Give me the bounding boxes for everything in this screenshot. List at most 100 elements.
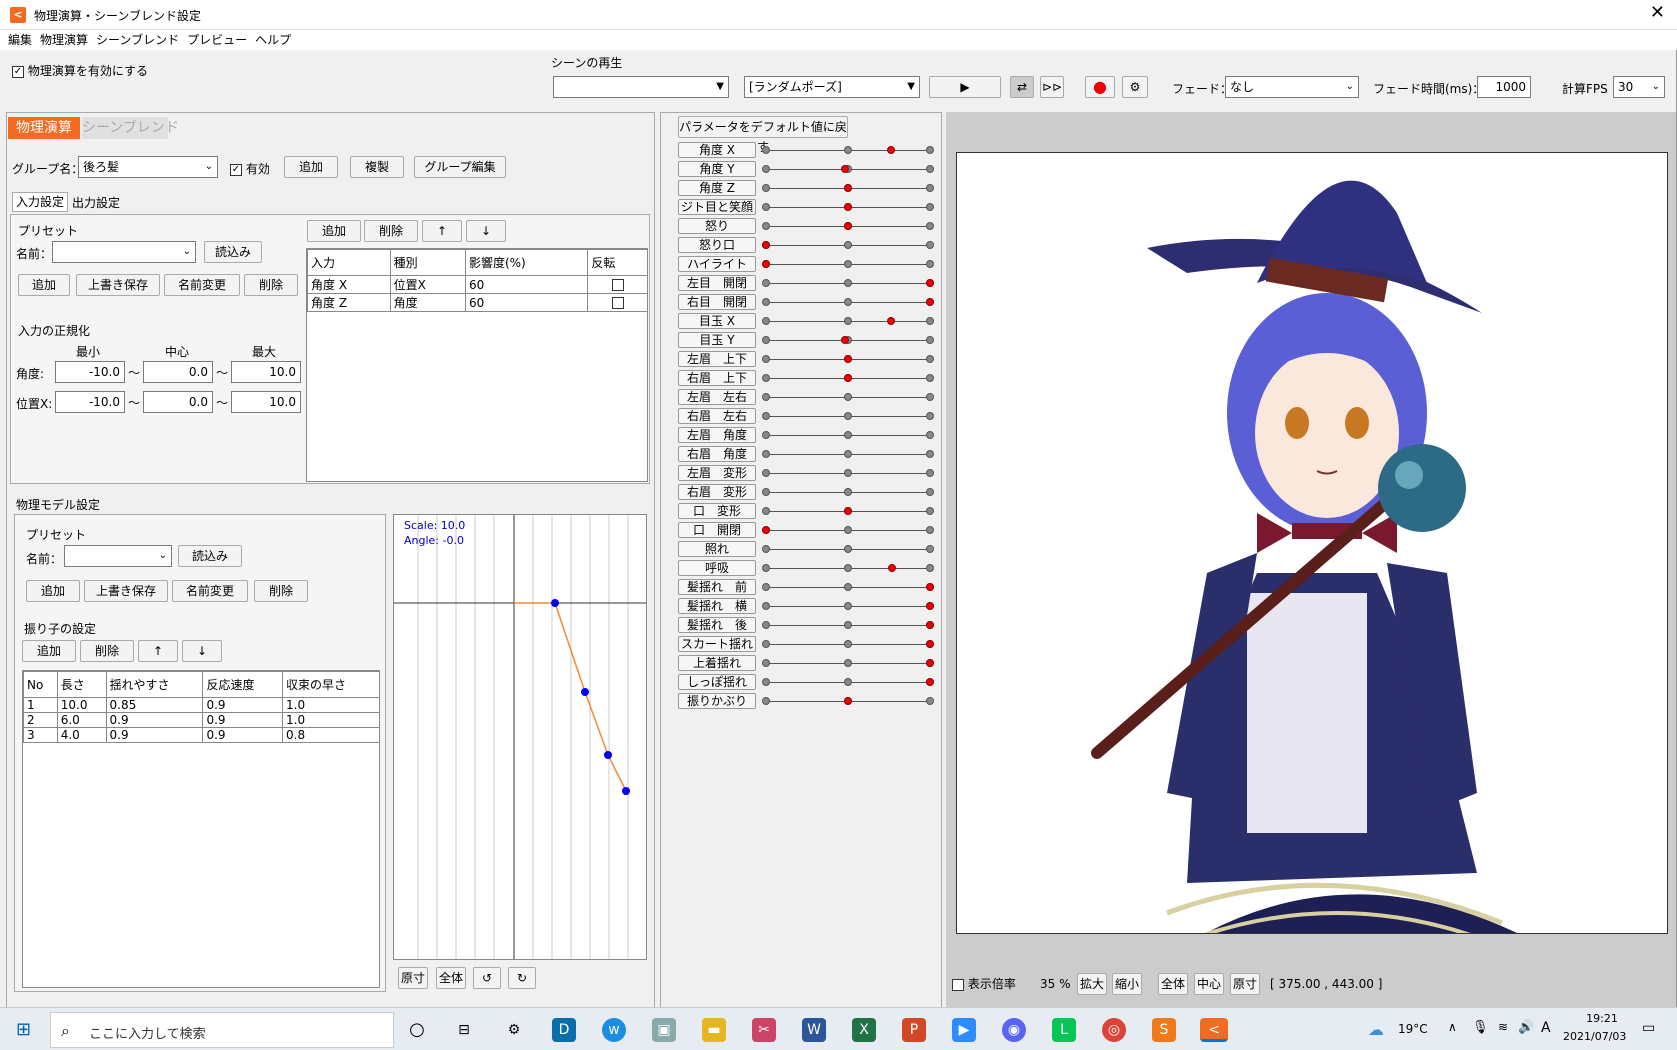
graph-fit-button[interactable]: 全体 [436, 967, 466, 989]
param-label[interactable]: 角度 X [678, 142, 756, 158]
rotate-right-icon[interactable]: ↻ [508, 967, 536, 989]
param-label[interactable]: 怒り [678, 218, 756, 234]
param-label[interactable]: 目玉 Y [678, 332, 756, 348]
preset-load-button[interactable]: 読込み [204, 241, 262, 263]
subtab-output[interactable]: 出力設定 [72, 194, 120, 212]
cell[interactable]: 0.9 [202, 712, 284, 728]
param-label[interactable]: 左眉 上下 [678, 351, 756, 367]
close-icon[interactable]: ✕ [1650, 2, 1665, 23]
param-label[interactable]: スカート揺れ [678, 636, 756, 652]
pendulum-graph[interactable]: Scale: 10.0 Angle: -0.0 [393, 514, 647, 960]
slider-handle[interactable] [844, 184, 852, 192]
live2d-editor-icon[interactable]: S [1152, 1018, 1176, 1042]
reset-params-button[interactable]: パラメータをデフォルト値に戻す [678, 116, 848, 154]
param-label[interactable]: 口 開閉 [678, 522, 756, 538]
invert-checkbox[interactable] [611, 279, 624, 291]
param-label[interactable]: 角度 Z [678, 180, 756, 196]
param-label[interactable]: 右目 開閉 [678, 294, 756, 310]
param-label[interactable]: 右眉 上下 [678, 370, 756, 386]
param-label[interactable]: 右眉 左右 [678, 408, 756, 424]
slider-handle[interactable] [762, 260, 770, 268]
subtab-input[interactable]: 入力設定 [12, 192, 68, 212]
param-label[interactable]: 上着揺れ [678, 655, 756, 671]
powerpoint-icon[interactable]: P [902, 1018, 926, 1042]
zoom-out-button[interactable]: 縮小 [1112, 973, 1142, 995]
param-label[interactable]: 口 変形 [678, 503, 756, 519]
param-label[interactable]: 左眉 角度 [678, 427, 756, 443]
chevron-up-icon[interactable]: ∧ [1448, 1020, 1457, 1034]
record-button[interactable]: ● [1085, 76, 1115, 98]
loop-button[interactable]: ⇄ [1010, 76, 1034, 98]
param-label[interactable]: 振りかぶり [678, 693, 756, 709]
table-row[interactable]: 3 4.0 0.9 0.9 0.8 [23, 727, 380, 743]
menu-preview[interactable]: プレビュー [187, 30, 247, 50]
slider-handle[interactable] [762, 526, 770, 534]
tab-scene-blend[interactable]: シーンブレンド [82, 117, 179, 139]
cell[interactable]: 0.9 [105, 712, 204, 728]
dell-icon[interactable]: D [552, 1018, 576, 1042]
cell[interactable]: 1.0 [282, 697, 380, 713]
original-size-button[interactable]: 原寸 [1230, 973, 1260, 995]
param-label[interactable]: 髪揺れ 後 [678, 617, 756, 633]
tab-physics[interactable]: 物理演算 [8, 117, 80, 139]
cell[interactable]: 4.0 [56, 727, 107, 743]
angle-min-input[interactable]: -10.0 [55, 361, 125, 383]
preset-add-button[interactable]: 追加 [18, 274, 70, 296]
play-button[interactable]: ▶ [929, 76, 1001, 98]
line-icon[interactable]: L [1052, 1018, 1076, 1042]
posx-min-input[interactable]: -10.0 [55, 391, 125, 413]
fps-select[interactable]: 30 ⌄ [1613, 76, 1665, 98]
slider-handle[interactable] [926, 659, 934, 667]
graph-original-button[interactable]: 原寸 [398, 967, 428, 989]
preset-rename-button[interactable]: 名前変更 [164, 274, 240, 296]
center-button[interactable]: 中心 [1194, 973, 1224, 995]
posx-center-input[interactable]: 0.0 [143, 391, 213, 413]
cell[interactable]: 6.0 [56, 712, 107, 728]
row-type[interactable]: 角度 [389, 293, 466, 312]
param-label[interactable]: 目玉 X [678, 313, 756, 329]
slider-handle[interactable] [844, 697, 852, 705]
preset-name-select[interactable]: ⌄ [52, 241, 196, 263]
wifi-icon[interactable]: ≋ [1498, 1020, 1508, 1034]
scene-group-select[interactable]: ▼ [553, 76, 729, 98]
input-down-button[interactable]: ↓ [466, 220, 506, 242]
row-influence[interactable]: 60 [464, 275, 589, 294]
notification-icon[interactable]: ▭ [1642, 1020, 1655, 1036]
row-type[interactable]: 位置X [389, 275, 466, 294]
slider-handle[interactable] [926, 621, 934, 629]
settings-button[interactable]: ⚙ [1122, 76, 1148, 98]
menu-physics[interactable]: 物理演算 [40, 30, 88, 50]
excel-icon[interactable]: X [852, 1018, 876, 1042]
param-label[interactable]: 怒り口 [678, 237, 756, 253]
word-icon[interactable]: W [802, 1018, 826, 1042]
menu-edit[interactable]: 編集 [8, 30, 32, 50]
slider-handle[interactable] [844, 222, 852, 230]
slider-handle[interactable] [840, 336, 849, 344]
fade-select[interactable]: なし ⌄ [1225, 76, 1359, 98]
zoom-toggle[interactable]: 表示倍率 [952, 975, 1016, 992]
param-label[interactable]: 左眉 変形 [678, 465, 756, 481]
input-up-button[interactable]: ↑ [422, 220, 462, 242]
cell[interactable]: 0.8 [282, 727, 380, 743]
slider-handle[interactable] [840, 165, 849, 173]
param-label[interactable]: 照れ [678, 541, 756, 557]
preset-delete-button[interactable]: 削除 [244, 274, 298, 296]
slider-handle[interactable] [926, 583, 934, 591]
row-input[interactable]: 角度 X [307, 275, 391, 294]
rotate-left-icon[interactable]: ↺ [473, 967, 501, 989]
cell[interactable]: 0.9 [105, 727, 204, 743]
group-enabled-checkbox[interactable]: ✓ 有効 [230, 160, 270, 177]
chrome-icon[interactable]: ◎ [1102, 1018, 1126, 1042]
group-edit-button[interactable]: グループ編集 [414, 156, 506, 178]
table-row[interactable]: 角度 X 位置X 60 [307, 275, 648, 294]
posx-max-input[interactable]: 10.0 [231, 391, 301, 413]
cell[interactable]: 0.85 [105, 697, 204, 713]
slider-handle[interactable] [844, 203, 852, 211]
table-row[interactable]: 2 6.0 0.9 0.9 1.0 [23, 712, 380, 728]
slider-handle[interactable] [926, 602, 934, 610]
slider-handle[interactable] [886, 146, 895, 154]
fit-all-button[interactable]: 全体 [1158, 973, 1188, 995]
group-name-select[interactable]: 後ろ髪 ⌄ [78, 156, 218, 178]
slider-handle[interactable] [844, 374, 852, 382]
preview-canvas[interactable] [956, 152, 1668, 934]
